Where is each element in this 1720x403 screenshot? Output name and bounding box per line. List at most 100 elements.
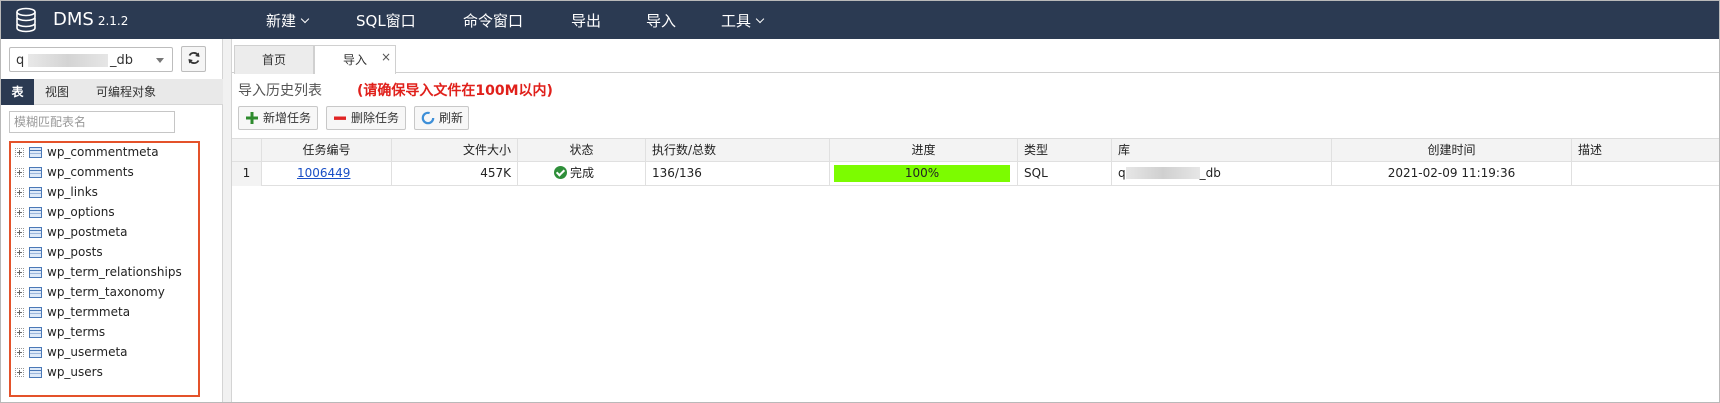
table-row[interactable]: 1 1006449 457K 完成 136/136 100% SQL q _db … <box>232 162 1719 186</box>
menu-import[interactable]: 导入 <box>646 10 676 31</box>
tab-programmable-objects[interactable]: 可编程对象 <box>81 79 171 105</box>
column-header[interactable]: 文件大小 <box>392 139 518 163</box>
table-icon <box>29 287 42 298</box>
table-name: wp_termmeta <box>47 305 131 319</box>
table-icon <box>29 187 42 198</box>
expand-plus-icon[interactable] <box>15 308 24 317</box>
table-filter-input[interactable] <box>9 111 175 133</box>
expand-plus-icon[interactable] <box>15 168 24 177</box>
table-name: wp_commentmeta <box>47 145 159 159</box>
tab-import[interactable]: 导入 × <box>314 45 396 74</box>
app-window: DMS 2.1.2 新建 SQL窗口 命令窗口 导出 导入 工具 q _db 表 … <box>0 0 1720 403</box>
add-task-button[interactable]: 新增任务 <box>238 106 318 130</box>
column-header[interactable]: 执行数/总数 <box>646 139 830 163</box>
db-cell: q _db <box>1112 162 1332 186</box>
tree-item-table[interactable]: wp_term_taxonomy <box>13 283 198 303</box>
expand-plus-icon[interactable] <box>15 248 24 257</box>
check-circle-icon <box>554 166 567 179</box>
tree-item-table[interactable]: wp_terms <box>13 323 198 343</box>
column-header[interactable]: 任务编号 <box>262 139 392 163</box>
column-header[interactable]: 类型 <box>1018 139 1112 163</box>
add-task-label: 新增任务 <box>263 111 312 125</box>
app-brand: DMS 2.1.2 <box>53 9 128 30</box>
plus-icon <box>246 112 258 124</box>
db-select-suffix: _db <box>110 53 134 68</box>
task-id-cell: 1006449 <box>262 162 392 186</box>
menu-tools-label: 工具 <box>721 12 752 30</box>
table-icon <box>29 147 42 158</box>
description-cell <box>1572 162 1719 186</box>
menu-new[interactable]: 新建 <box>266 10 310 31</box>
column-header[interactable]: 创建时间 <box>1332 139 1572 163</box>
table-name: wp_posts <box>47 245 103 259</box>
expand-plus-icon[interactable] <box>15 348 24 357</box>
tab-tables[interactable]: 表 <box>1 79 34 105</box>
expand-plus-icon[interactable] <box>15 188 24 197</box>
table-icon <box>29 347 42 358</box>
table-name: wp_usermeta <box>47 345 128 359</box>
tree-item-table[interactable]: wp_commentmeta <box>13 143 198 163</box>
type-cell: SQL <box>1018 162 1112 186</box>
tree-item-table[interactable]: wp_term_relationships <box>13 263 198 283</box>
column-header[interactable]: 描述 <box>1572 139 1719 163</box>
tab-views[interactable]: 视图 <box>37 79 77 105</box>
db-prefix: q <box>1118 166 1126 180</box>
page-title: 导入历史列表 <box>238 83 322 99</box>
minus-icon <box>334 116 346 120</box>
table-icon <box>29 227 42 238</box>
progress-cell: 100% <box>830 162 1018 186</box>
tree-item-table[interactable]: wp_termmeta <box>13 303 198 323</box>
expand-plus-icon[interactable] <box>15 148 24 157</box>
object-type-tabs: 表 视图 可编程对象 <box>1 79 223 105</box>
object-browser: q _db 表 视图 可编程对象 wp_commentmeta wp_comme… <box>1 39 223 402</box>
close-icon[interactable]: × <box>381 51 391 63</box>
table-name: wp_term_relationships <box>47 265 182 279</box>
expand-plus-icon[interactable] <box>15 368 24 377</box>
brand-name: DMS <box>53 9 94 30</box>
tab-home[interactable]: 首页 <box>234 45 314 74</box>
menu-sql-window[interactable]: SQL窗口 <box>356 10 416 31</box>
redacted-mask <box>1125 167 1200 179</box>
app-version: 2.1.2 <box>97 14 129 28</box>
column-header[interactable]: 库 <box>1112 139 1332 163</box>
refresh-label: 刷新 <box>439 111 464 125</box>
delete-task-label: 删除任务 <box>351 111 400 125</box>
table-name: wp_options <box>47 205 115 219</box>
panel-splitter[interactable] <box>223 39 232 402</box>
expand-plus-icon[interactable] <box>15 328 24 337</box>
file-size-warning: (请确保导入文件在100M以内) <box>357 83 553 99</box>
expand-plus-icon[interactable] <box>15 228 24 237</box>
table-header-row: 任务编号 文件大小 状态 执行数/总数 进度 类型 库 创建时间 描述 <box>232 138 1719 163</box>
database-logo-icon <box>16 7 36 33</box>
tree-item-table[interactable]: wp_posts <box>13 243 198 263</box>
expand-plus-icon[interactable] <box>15 288 24 297</box>
expand-plus-icon[interactable] <box>15 268 24 277</box>
table-icon <box>29 327 42 338</box>
table-tree: wp_commentmeta wp_comments wp_links wp_o… <box>9 141 200 397</box>
table-name: wp_comments <box>47 165 134 179</box>
db-refresh-button[interactable] <box>181 46 206 72</box>
created-time-cell: 2021-02-09 11:19:36 <box>1332 162 1572 186</box>
tree-item-table[interactable]: wp_postmeta <box>13 223 198 243</box>
tree-item-table[interactable]: wp_links <box>13 183 198 203</box>
main-tabstrip: 首页 导入 × <box>232 45 1719 74</box>
database-select[interactable]: q _db <box>9 47 173 72</box>
tree-item-table[interactable]: wp_options <box>13 203 198 223</box>
progress-bar: 100% <box>834 165 1010 182</box>
menu-tools[interactable]: 工具 <box>721 10 765 31</box>
column-header[interactable]: 进度 <box>830 139 1018 163</box>
tab-import-label: 导入 <box>342 53 367 67</box>
tree-item-table[interactable]: wp_users <box>13 363 198 383</box>
delete-task-button[interactable]: 删除任务 <box>326 106 406 130</box>
expand-plus-icon[interactable] <box>15 208 24 217</box>
refresh-button[interactable]: 刷新 <box>414 106 469 130</box>
menu-command-window[interactable]: 命令窗口 <box>463 10 523 31</box>
tree-item-table[interactable]: wp_comments <box>13 163 198 183</box>
menu-export[interactable]: 导出 <box>571 10 601 31</box>
menu-new-label: 新建 <box>266 12 297 30</box>
task-id-link[interactable]: 1006449 <box>297 166 350 180</box>
column-header[interactable]: 状态 <box>518 139 646 163</box>
tree-item-table[interactable]: wp_usermeta <box>13 343 198 363</box>
table-name: wp_postmeta <box>47 225 128 239</box>
refresh-icon <box>188 52 199 64</box>
